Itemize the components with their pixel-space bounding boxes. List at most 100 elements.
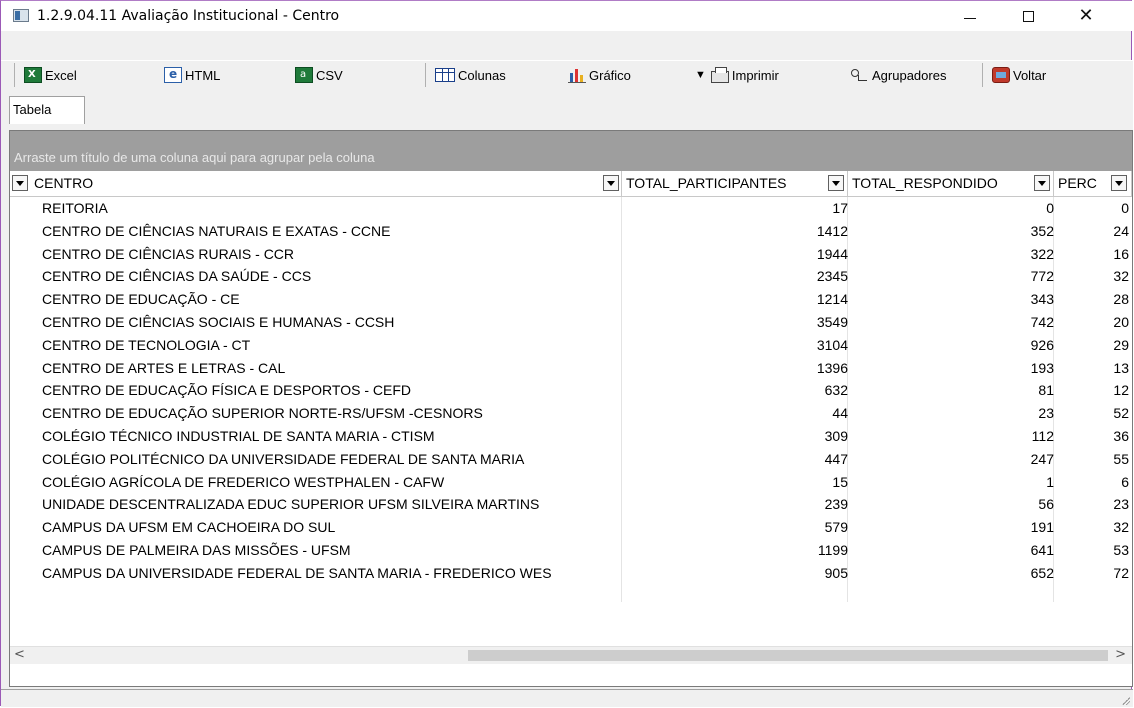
cell-perc: 29 <box>1113 336 1129 353</box>
table-row[interactable]: COLÉGIO POLITÉCNICO DA UNIVERSIDADE FEDE… <box>10 448 1132 471</box>
maximize-icon <box>1022 10 1034 22</box>
column-header-total-respondido[interactable]: TOTAL_RESPONDIDO <box>848 171 1054 196</box>
column-header-total-participantes[interactable]: TOTAL_PARTICIPANTES <box>622 171 848 196</box>
print-dropdown-icon[interactable]: ▼ <box>695 69 706 81</box>
row-selector-dropdown-icon[interactable] <box>12 175 28 191</box>
table-row[interactable]: CAMPUS DA UNIVERSIDADE FEDERAL DE SANTA … <box>10 562 1132 585</box>
cell-total-respondido: 191 <box>1030 519 1054 536</box>
cell-total-respondido: 343 <box>1030 291 1054 308</box>
html-icon <box>164 67 182 83</box>
column-header-label: TOTAL_PARTICIPANTES <box>626 175 787 191</box>
table-row[interactable]: CENTRO DE CIÊNCIAS SOCIAIS E HUMANAS - C… <box>10 311 1132 334</box>
status-bar <box>1 689 1133 707</box>
cell-centro: CENTRO DE EDUCAÇÃO - CE <box>42 291 240 308</box>
export-excel-button[interactable]: Excel <box>24 65 77 85</box>
cell-total-respondido: 193 <box>1030 359 1054 376</box>
export-html-label: HTML <box>185 67 221 83</box>
maximize-button[interactable] <box>1005 1 1051 31</box>
cell-total-participantes: 1199 <box>817 541 848 558</box>
export-html-button[interactable]: HTML <box>164 65 220 85</box>
filter-perc-dropdown-icon[interactable] <box>1111 175 1127 191</box>
groupers-icon <box>849 67 869 83</box>
cell-total-respondido: 112 <box>1031 427 1054 444</box>
cell-total-participantes: 309 <box>824 427 848 444</box>
cell-total-participantes: 447 <box>824 450 848 467</box>
cell-total-participantes: 1944 <box>816 245 848 262</box>
column-header-label: CENTRO <box>34 175 94 191</box>
cell-centro: CAMPUS DA UNIVERSIDADE FEDERAL DE SANTA … <box>42 564 552 581</box>
table-row[interactable]: UNIDADE DESCENTRALIZADA EDUC SUPERIOR UF… <box>10 493 1132 516</box>
cell-total-participantes: 632 <box>824 382 848 399</box>
scrollbar-thumb[interactable] <box>468 650 1108 661</box>
cell-total-participantes: 44 <box>832 405 848 422</box>
cell-perc: 12 <box>1113 382 1129 399</box>
table-row[interactable]: REITORIA 17 0 0 <box>10 197 1132 220</box>
cell-total-respondido: 56 <box>1038 496 1054 513</box>
cell-total-participantes: 1214 <box>816 291 848 308</box>
scroll-left-icon[interactable]: < <box>14 647 25 662</box>
cell-total-participantes: 15 <box>832 473 848 490</box>
table-row[interactable]: CENTRO DE CIÊNCIAS RURAIS - CCR 1944 322 16 <box>10 243 1132 266</box>
cell-total-participantes: 1396 <box>816 359 848 376</box>
resize-grip-icon[interactable] <box>1120 695 1130 705</box>
app-window: 1.2.9.04.11 Avaliação Institucional - Ce… <box>0 0 1133 707</box>
table-row[interactable]: COLÉGIO AGRÍCOLA DE FREDERICO WESTPHALEN… <box>10 471 1132 494</box>
cell-centro: CENTRO DE TECNOLOGIA - CT <box>42 336 251 353</box>
grid-top-bar <box>10 131 1132 144</box>
cell-centro: CENTRO DE CIÊNCIAS SOCIAIS E HUMANAS - C… <box>42 313 395 330</box>
export-csv-button[interactable]: CSV <box>295 65 343 85</box>
groupers-label: Agrupadores <box>872 67 947 83</box>
table-row[interactable]: CENTRO DE ARTES E LETRAS - CAL 1396 193 13 <box>10 357 1132 380</box>
cell-total-respondido: 641 <box>1030 541 1054 558</box>
table-row[interactable]: CENTRO DE EDUCAÇÃO - CE 1214 343 28 <box>10 288 1132 311</box>
table-row[interactable]: CENTRO DE CIÊNCIAS DA SAÚDE - CCS 2345 772… <box>10 265 1132 288</box>
groupers-button[interactable]: Agrupadores <box>849 65 946 85</box>
cell-perc: 72 <box>1113 564 1129 581</box>
minimize-button[interactable] <box>947 1 993 31</box>
columns-button[interactable]: Colunas <box>435 65 506 85</box>
filter-participantes-dropdown-icon[interactable] <box>828 175 844 191</box>
column-header-label: PERC <box>1058 175 1097 191</box>
cell-centro: CAMPUS DA UFSM EM CACHOEIRA DO SUL <box>42 519 336 536</box>
back-button[interactable]: Voltar <box>992 65 1046 85</box>
cell-perc: 52 <box>1113 405 1129 422</box>
column-header-centro[interactable]: CENTRO <box>30 171 622 196</box>
toolbar-separator <box>425 63 426 87</box>
cell-total-respondido: 1 <box>1046 473 1054 490</box>
minimize-icon <box>964 17 976 19</box>
back-label: Voltar <box>1013 67 1047 83</box>
toolbar-separator <box>14 63 15 87</box>
cell-centro: CENTRO DE EDUCAÇÃO SUPERIOR NORTE-RS/UFS… <box>42 405 483 422</box>
grid-header: CENTRO TOTAL_PARTICIPANTES TOTAL_RESPOND… <box>10 171 1132 197</box>
filter-respondido-dropdown-icon[interactable] <box>1034 175 1050 191</box>
cell-total-participantes: 3549 <box>816 313 848 330</box>
chart-label: Gráfico <box>589 67 631 83</box>
tab-strip <box>1 90 1133 130</box>
table-row[interactable]: COLÉGIO TÉCNICO INDUSTRIAL DE SANTA MARI… <box>10 425 1132 448</box>
printer-icon <box>710 66 729 83</box>
cell-total-respondido: 23 <box>1038 405 1054 422</box>
group-by-panel[interactable]: Arraste um título de uma coluna aqui par… <box>10 144 1132 171</box>
table-row[interactable]: CENTRO DE EDUCAÇÃO FÍSICA E DESPORTOS - … <box>10 379 1132 402</box>
horizontal-scrollbar[interactable]: < > <box>10 646 1132 664</box>
chart-button[interactable]: Gráfico <box>568 65 631 85</box>
cell-centro: COLÉGIO AGRÍCOLA DE FREDERICO WESTPHALEN… <box>42 473 445 490</box>
scroll-right-icon[interactable]: > <box>1115 647 1126 662</box>
excel-icon <box>24 67 42 83</box>
table-row[interactable]: CENTRO DE TECNOLOGIA - CT 3104 926 29 <box>10 334 1132 357</box>
cell-perc: 36 <box>1113 427 1129 444</box>
table-row[interactable]: CAMPUS DA UFSM EM CACHOEIRA DO SUL 579 191… <box>10 516 1132 539</box>
cell-centro: COLÉGIO POLITÉCNICO DA UNIVERSIDADE FEDE… <box>42 450 525 467</box>
table-row[interactable]: CENTRO DE EDUCAÇÃO SUPERIOR NORTE-RS/UFS… <box>10 402 1132 425</box>
cell-total-respondido: 652 <box>1030 564 1054 581</box>
close-button[interactable]: ✕ <box>1063 1 1109 31</box>
table-row[interactable]: CENTRO DE CIÊNCIAS NATURAIS E EXATAS - C… <box>10 220 1132 243</box>
columns-label: Colunas <box>458 67 506 83</box>
tab-tabela[interactable]: Tabela <box>9 96 85 124</box>
print-button[interactable]: ▼ Imprimir <box>695 65 779 85</box>
filter-centro-dropdown-icon[interactable] <box>603 175 619 191</box>
cell-centro: REITORIA <box>42 200 108 216</box>
table-row[interactable]: CAMPUS DE PALMEIRA DAS MISSÕES - UFSM 119… <box>10 539 1132 562</box>
cell-total-participantes: 905 <box>824 564 848 581</box>
cell-perc: 13 <box>1113 359 1129 376</box>
